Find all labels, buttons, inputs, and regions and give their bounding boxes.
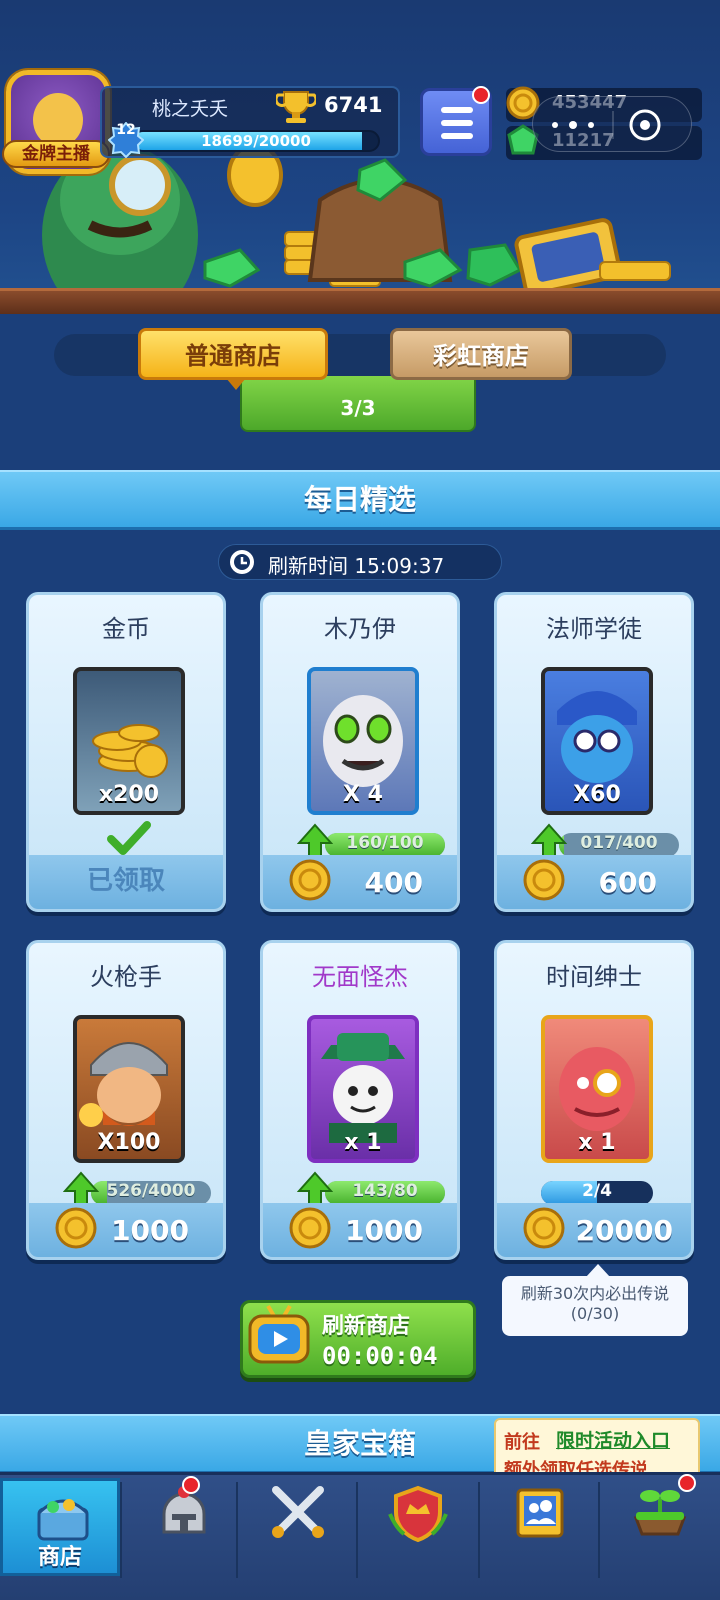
card-price: 600 xyxy=(598,866,657,899)
trophy-icon xyxy=(276,91,316,123)
tooltip-line-1: 刷新30次内必出传说 xyxy=(520,1284,670,1303)
daily-card-coins[interactable]: 金币 x200 已领取 xyxy=(26,592,226,912)
upgrade-arrow-icon xyxy=(297,823,333,858)
tab-normal-store[interactable]: 普通商店 xyxy=(138,328,328,380)
card-price: 20000 xyxy=(575,1214,673,1247)
menu-icon-bar xyxy=(441,107,473,113)
nav-social[interactable] xyxy=(480,1478,600,1576)
trophy-count: 6741 xyxy=(324,93,383,117)
tooltip-line-2: (0/30) xyxy=(570,1304,620,1323)
nav-shop-label: 商店 xyxy=(37,1545,82,1570)
refresh-store-timer: 00:00:04 xyxy=(322,1342,438,1370)
miniprogram-capsule[interactable] xyxy=(532,96,692,152)
event-title-link[interactable]: 限时活动入口 xyxy=(556,1426,670,1453)
coin-icon xyxy=(55,1207,97,1249)
nav-clan[interactable] xyxy=(358,1478,478,1576)
daily-card-musketeer[interactable]: 火枪手 X100 526/4000 1000 xyxy=(26,940,226,1260)
xp-text: 18699/20000 xyxy=(201,132,311,150)
anchor-badge: 金牌主播 xyxy=(2,140,110,168)
daily-card-faceless[interactable]: 无面怪杰 x 1 143/80 1000 xyxy=(260,940,460,1260)
daily-card-time-gentleman[interactable]: 时间绅士 x 1 2/4 20000 xyxy=(494,940,694,1260)
card-art-coins: x200 xyxy=(73,667,185,815)
event-go-label: 前往 xyxy=(504,1432,540,1453)
coin-icon xyxy=(289,1207,331,1249)
card-quantity: X100 xyxy=(97,1130,161,1155)
card-progress-text: 017/400 xyxy=(580,833,658,853)
shop-shelf xyxy=(0,288,720,314)
coin-icon xyxy=(523,859,565,901)
avatar-face xyxy=(33,93,83,147)
sprout-island-icon xyxy=(633,1490,687,1536)
crown-shield-icon xyxy=(388,1485,448,1543)
limited-event-banner[interactable]: 前往 限时活动入口 额外领取任选传说 xyxy=(494,1418,700,1478)
card-title: 法师学徒 xyxy=(546,615,642,643)
card-progress-text: 143/80 xyxy=(352,1181,418,1201)
card-progress-text: 160/100 xyxy=(346,833,424,853)
refresh-store-label: 刷新商店 xyxy=(322,1314,411,1339)
daily-card-mummy[interactable]: 木乃伊 X 4 160/100 400 xyxy=(260,592,460,912)
card-quantity: x200 xyxy=(98,782,160,807)
card-art-faceless: x 1 xyxy=(307,1015,419,1163)
card-art-mummy: X 4 xyxy=(307,667,419,815)
menu-icon-bar xyxy=(441,133,473,139)
card-price: 1000 xyxy=(345,1214,423,1247)
video-ad-icon xyxy=(248,1304,310,1364)
card-quantity: x 1 xyxy=(578,1130,616,1155)
active-tab-pointer xyxy=(226,378,246,390)
card-title: 火枪手 xyxy=(90,963,162,991)
nav-battle[interactable] xyxy=(238,1478,358,1576)
card-price: 400 xyxy=(364,866,423,899)
friends-banner-icon xyxy=(516,1488,564,1538)
nav-garden[interactable] xyxy=(600,1474,720,1576)
nav-heroes[interactable] xyxy=(124,1476,244,1576)
card-quantity: X60 xyxy=(573,782,621,807)
card-quantity: X 4 xyxy=(343,782,383,807)
menu-notification-dot xyxy=(472,86,490,104)
card-title: 金币 xyxy=(102,615,150,643)
check-icon xyxy=(107,821,151,855)
card-art-mage: X60 xyxy=(541,667,653,815)
card-progress-text: 526/4000 xyxy=(106,1181,196,1201)
upgrade-arrow-icon xyxy=(297,1171,333,1206)
refresh-time-text: 刷新时间 15:09:37 xyxy=(268,554,445,578)
daily-selection-header: 每日精选 xyxy=(0,470,720,530)
coin-icon xyxy=(289,859,331,901)
card-quantity: x 1 xyxy=(344,1130,382,1155)
claimed-status: 已领取 xyxy=(86,866,165,896)
clock-icon xyxy=(230,550,254,574)
free-item-count: 3/3 xyxy=(340,396,376,420)
card-title: 无面怪杰 xyxy=(312,963,408,991)
heroes-notification-dot xyxy=(182,1476,200,1494)
card-title: 时间绅士 xyxy=(546,963,642,991)
coin-icon xyxy=(523,1207,565,1249)
upgrade-arrow-icon xyxy=(531,823,567,858)
garden-notification-dot xyxy=(678,1474,696,1492)
card-art-time-gentleman: x 1 xyxy=(541,1015,653,1163)
menu-icon-bar xyxy=(441,120,473,126)
card-price: 1000 xyxy=(111,1214,189,1247)
knight-helmet-icon xyxy=(162,1486,206,1534)
legendary-guarantee-tooltip: 刷新30次内必出传说 (0/30) xyxy=(502,1276,688,1336)
player-level: 12 xyxy=(116,122,136,138)
card-title: 木乃伊 xyxy=(324,615,396,643)
capsule-icons xyxy=(552,109,661,141)
nav-shop[interactable]: 商店 xyxy=(0,1478,120,1576)
tab-rainbow-store[interactable]: 彩虹商店 xyxy=(390,328,572,380)
player-name: 桃之夭夭 xyxy=(152,98,229,120)
crossed-swords-icon xyxy=(272,1486,324,1538)
card-art-musketeer: X100 xyxy=(73,1015,185,1163)
card-progress-text: 2/4 xyxy=(582,1181,612,1201)
treasure-chest-icon xyxy=(37,1499,89,1541)
nav-separator xyxy=(120,1482,122,1578)
upgrade-arrow-icon xyxy=(63,1171,99,1206)
daily-card-mage-apprentice[interactable]: 法师学徒 X60 017/400 600 xyxy=(494,592,694,912)
